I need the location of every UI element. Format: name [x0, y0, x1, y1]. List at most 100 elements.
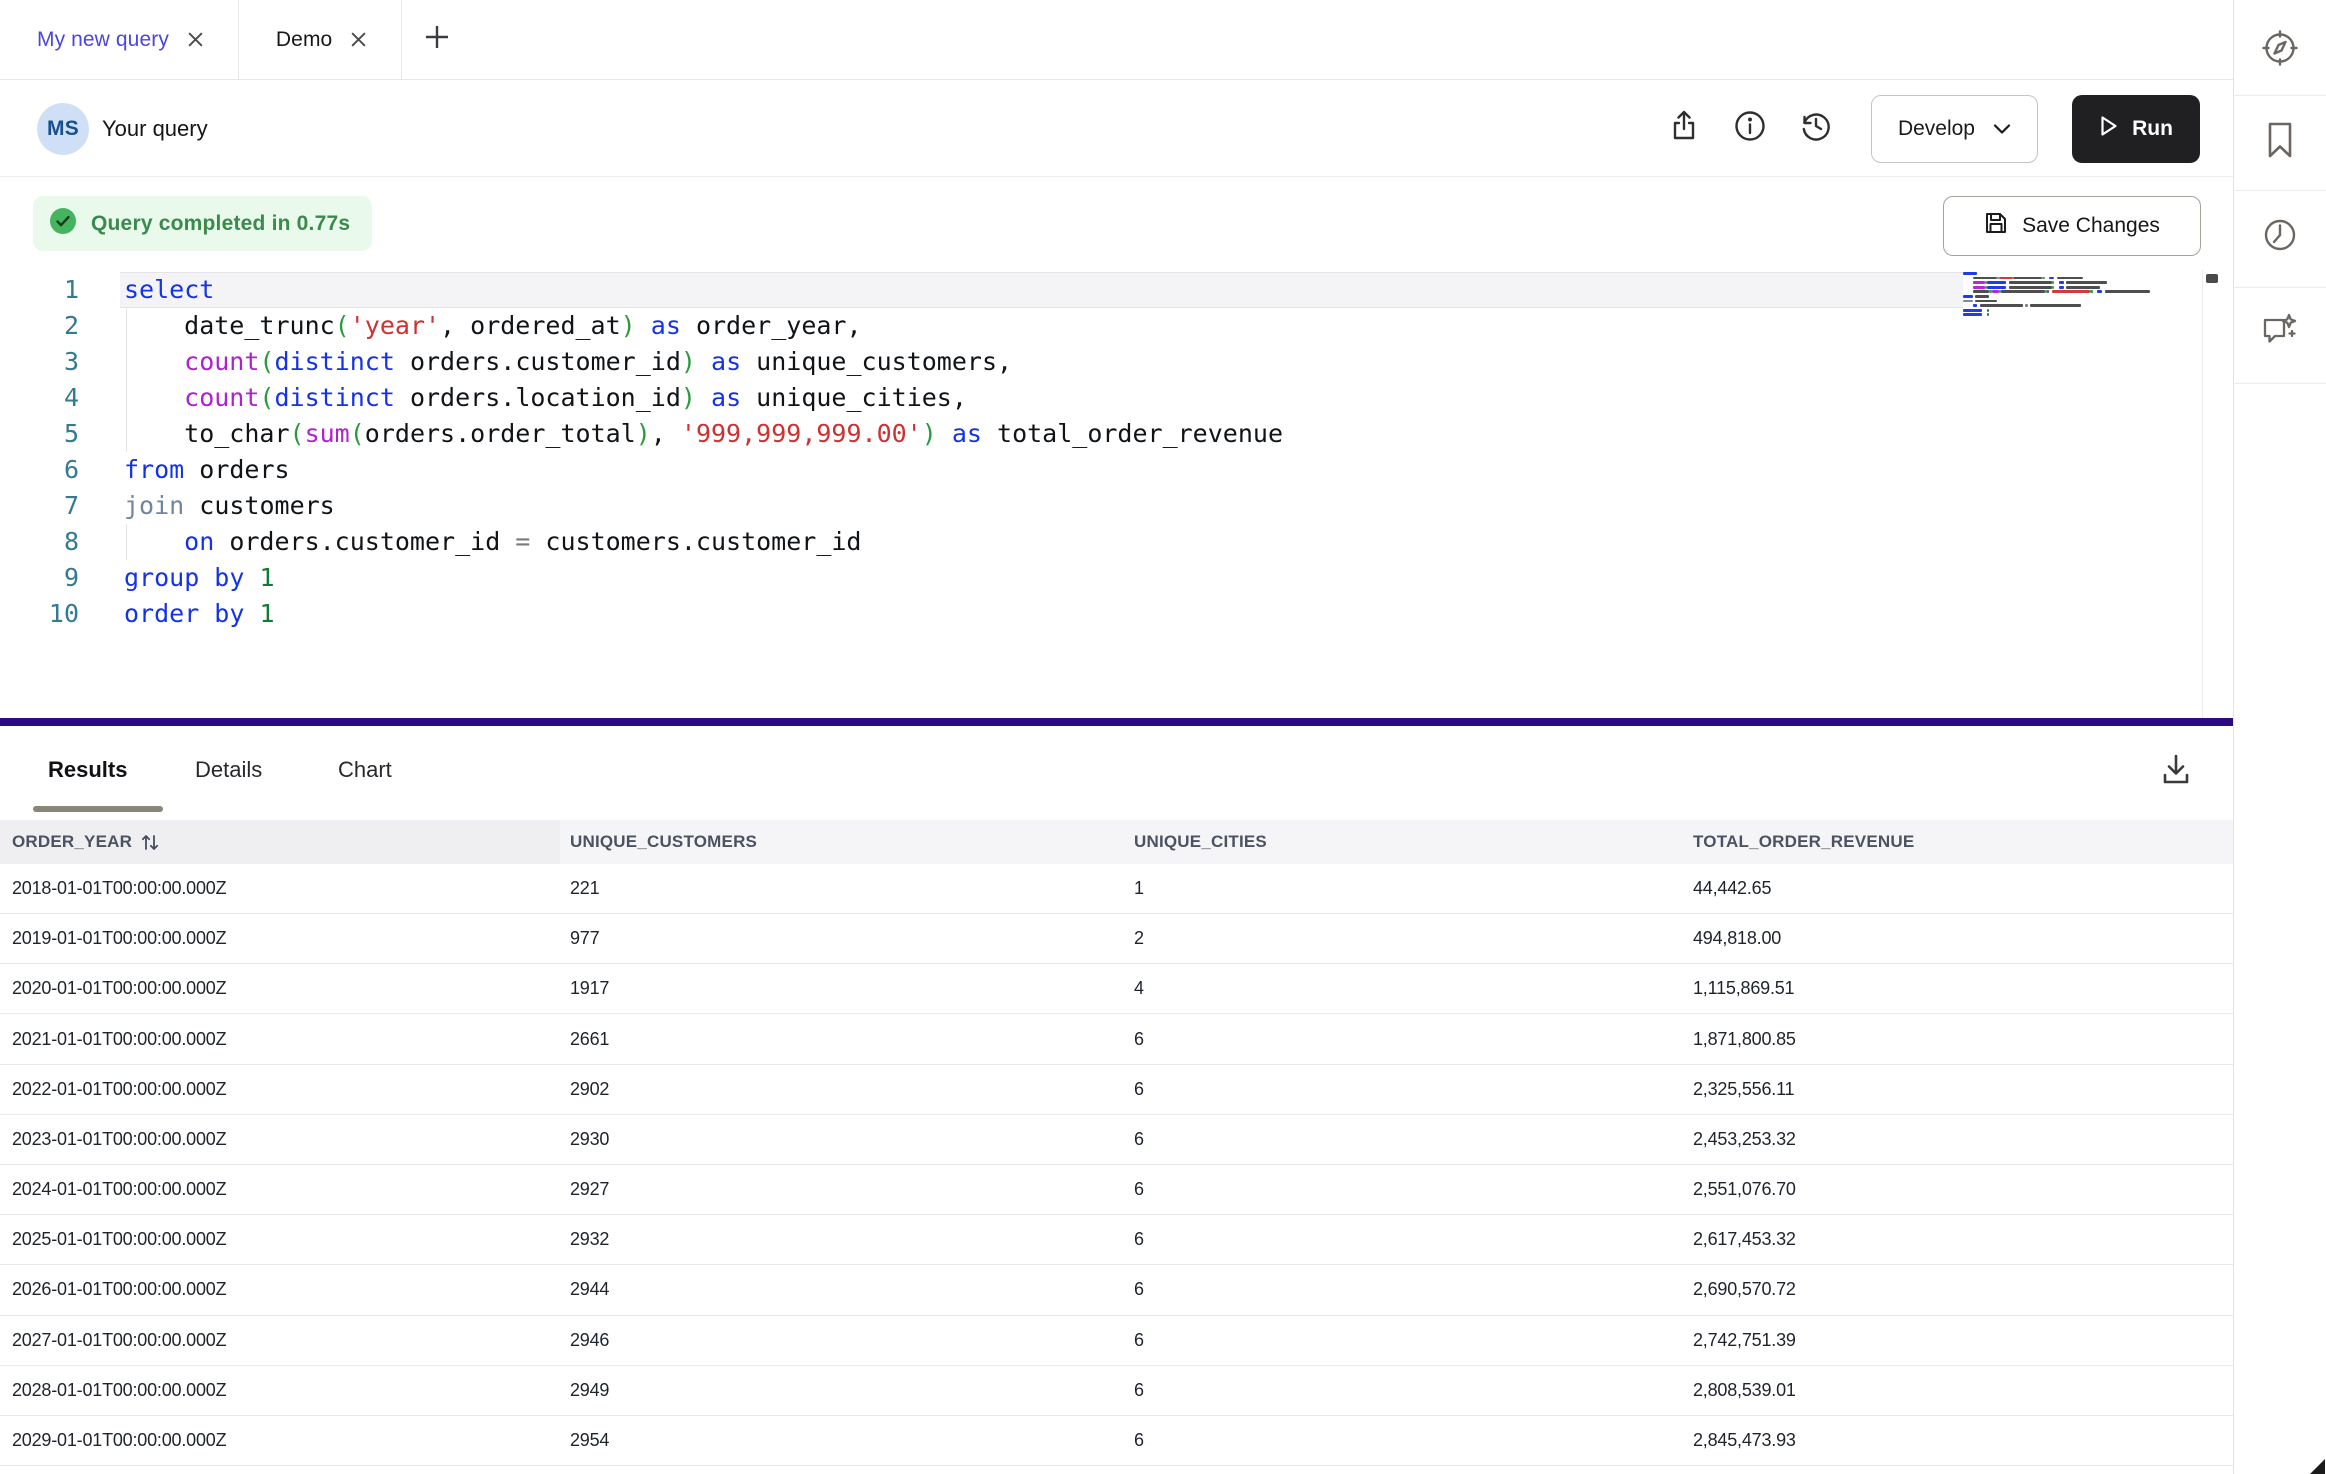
table-row[interactable]: 2019-01-01T00:00:00.000Z9772494,818.00 — [0, 914, 2233, 964]
code-line-1: 1select — [0, 272, 1960, 308]
table-row[interactable]: 2026-01-01T00:00:00.000Z294462,690,570.7… — [0, 1265, 2233, 1315]
line-number: 9 — [0, 560, 79, 596]
cell-order_year: 2028-01-01T00:00:00.000Z — [12, 1366, 552, 1415]
code-text: group by 1 — [124, 560, 275, 596]
code-line-7: 7join customers — [0, 488, 1960, 524]
column-header-label: ORDER_YEAR — [12, 832, 132, 852]
cell-unique_customers: 2932 — [570, 1215, 1114, 1264]
cell-unique_cities: 6 — [1134, 1065, 1680, 1114]
cell-order_year: 2021-01-01T00:00:00.000Z — [12, 1015, 552, 1064]
query-tab-my-new-query[interactable]: My new query — [0, 0, 239, 79]
explore-button[interactable] — [2234, 8, 2326, 92]
ai-chat-button[interactable] — [2234, 292, 2326, 376]
query-header: MS Your query — [0, 80, 2233, 177]
editor-scrollbar-track — [2202, 270, 2203, 718]
line-number: 5 — [0, 416, 79, 452]
cell-total_order_revenue: 2,551,076.70 — [1693, 1165, 2225, 1214]
compass-icon — [2260, 28, 2300, 73]
code-text: count(distinct orders.location_id) as un… — [184, 380, 967, 416]
cell-order_year: 2025-01-01T00:00:00.000Z — [12, 1215, 552, 1264]
tab-label: My new query — [37, 28, 169, 52]
cell-unique_customers: 1917 — [570, 964, 1114, 1013]
code-line-3: 3count(distinct orders.customer_id) as u… — [0, 344, 1960, 380]
save-icon — [1984, 211, 2008, 241]
cell-order_year: 2024-01-01T00:00:00.000Z — [12, 1165, 552, 1214]
column-header-unique_cities[interactable]: UNIQUE_CITIES — [1122, 820, 1688, 864]
query-tab-demo[interactable]: Demo — [239, 0, 402, 79]
close-icon[interactable] — [350, 31, 367, 48]
cell-unique_customers: 2949 — [570, 1366, 1114, 1415]
table-row[interactable]: 2018-01-01T00:00:00.000Z221144,442.65 — [0, 864, 2233, 914]
cell-total_order_revenue: 494,818.00 — [1693, 914, 2225, 963]
code-text: from orders — [124, 452, 290, 488]
cell-unique_cities: 6 — [1134, 1115, 1680, 1164]
cell-unique_customers: 2902 — [570, 1065, 1114, 1114]
history-rail-button[interactable] — [2234, 195, 2326, 279]
column-header-order_year[interactable]: ORDER_YEAR — [0, 820, 560, 864]
sql-editor[interactable]: 1select2date_trunc('year', ordered_at) a… — [0, 270, 2233, 718]
editor-results-divider[interactable] — [0, 718, 2233, 726]
download-results-button[interactable] — [2148, 744, 2204, 800]
table-row[interactable]: 2024-01-01T00:00:00.000Z292762,551,076.7… — [0, 1165, 2233, 1215]
cell-total_order_revenue: 2,742,751.39 — [1693, 1316, 2225, 1365]
query-status-banner: Query completed in 0.77s — [33, 196, 372, 251]
table-row[interactable]: 2021-01-01T00:00:00.000Z266161,871,800.8… — [0, 1015, 2233, 1065]
cell-order_year: 2026-01-01T00:00:00.000Z — [12, 1265, 552, 1314]
cell-order_year: 2027-01-01T00:00:00.000Z — [12, 1316, 552, 1365]
tab-results[interactable]: Results — [48, 726, 127, 814]
column-header-label: TOTAL_ORDER_REVENUE — [1693, 832, 1914, 852]
cell-order_year: 2018-01-01T00:00:00.000Z — [12, 864, 552, 913]
run-label: Run — [2132, 117, 2173, 141]
info-icon — [1733, 109, 1767, 148]
cell-total_order_revenue: 2,808,539.01 — [1693, 1366, 2225, 1415]
column-header-total_order_revenue[interactable]: TOTAL_ORDER_REVENUE — [1688, 820, 2233, 864]
cell-order_year: 2020-01-01T00:00:00.000Z — [12, 964, 552, 1013]
cell-order_year: 2029-01-01T00:00:00.000Z — [12, 1416, 552, 1465]
share-button[interactable] — [1661, 106, 1707, 152]
status-message: Query completed in 0.77s — [91, 212, 350, 236]
table-row[interactable]: 2028-01-01T00:00:00.000Z294962,808,539.0… — [0, 1366, 2233, 1416]
code-line-2: 2date_trunc('year', ordered_at) as order… — [0, 308, 1960, 344]
cell-unique_customers: 2944 — [570, 1265, 1114, 1314]
save-changes-button[interactable]: Save Changes — [1943, 196, 2201, 256]
develop-dropdown-button[interactable]: Develop — [1871, 95, 2038, 163]
bookmarks-button[interactable] — [2234, 100, 2326, 184]
cell-unique_customers: 977 — [570, 914, 1114, 963]
download-icon — [2157, 751, 2195, 794]
tab-details[interactable]: Details — [195, 726, 262, 814]
line-number: 1 — [0, 272, 79, 308]
success-check-icon — [49, 207, 77, 240]
resize-handle[interactable] — [2310, 1459, 2325, 1474]
cell-unique_cities: 1 — [1134, 864, 1680, 913]
cell-total_order_revenue: 2,845,473.93 — [1693, 1416, 2225, 1465]
code-text: order by 1 — [124, 596, 275, 632]
cell-total_order_revenue: 2,617,453.32 — [1693, 1215, 2225, 1264]
line-number: 10 — [0, 596, 79, 632]
avatar[interactable]: MS — [37, 103, 89, 155]
tab-chart[interactable]: Chart — [338, 726, 392, 814]
info-button[interactable] — [1727, 106, 1773, 152]
close-icon[interactable] — [187, 31, 204, 48]
code-text: date_trunc('year', ordered_at) as order_… — [184, 308, 861, 344]
tab-label: Demo — [276, 28, 332, 52]
line-number: 6 — [0, 452, 79, 488]
cell-unique_cities: 6 — [1134, 1316, 1680, 1365]
cell-order_year: 2023-01-01T00:00:00.000Z — [12, 1115, 552, 1164]
cell-unique_customers: 2661 — [570, 1015, 1114, 1064]
run-button[interactable]: Run — [2072, 95, 2200, 163]
editor-scrollbar-thumb[interactable] — [2206, 274, 2218, 283]
column-header-unique_customers[interactable]: UNIQUE_CUSTOMERS — [560, 820, 1122, 864]
editor-minimap[interactable] — [1963, 272, 2135, 328]
cell-unique_cities: 6 — [1134, 1215, 1680, 1264]
table-row[interactable]: 2022-01-01T00:00:00.000Z290262,325,556.1… — [0, 1065, 2233, 1115]
history-button[interactable] — [1793, 106, 1839, 152]
new-tab-button[interactable] — [402, 0, 472, 79]
table-row[interactable]: 2027-01-01T00:00:00.000Z294662,742,751.3… — [0, 1316, 2233, 1366]
code-text: join customers — [124, 488, 335, 524]
cell-order_year: 2019-01-01T00:00:00.000Z — [12, 914, 552, 963]
table-row[interactable]: 2023-01-01T00:00:00.000Z293062,453,253.3… — [0, 1115, 2233, 1165]
table-row[interactable]: 2029-01-01T00:00:00.000Z295462,845,473.9… — [0, 1416, 2233, 1466]
ai-chat-icon — [2259, 311, 2301, 358]
table-row[interactable]: 2025-01-01T00:00:00.000Z 2932 6 2,617,453.3… — [0, 1215, 2233, 1265]
table-row[interactable]: 2020-01-01T00:00:00.000Z191741,115,869.5… — [0, 964, 2233, 1014]
